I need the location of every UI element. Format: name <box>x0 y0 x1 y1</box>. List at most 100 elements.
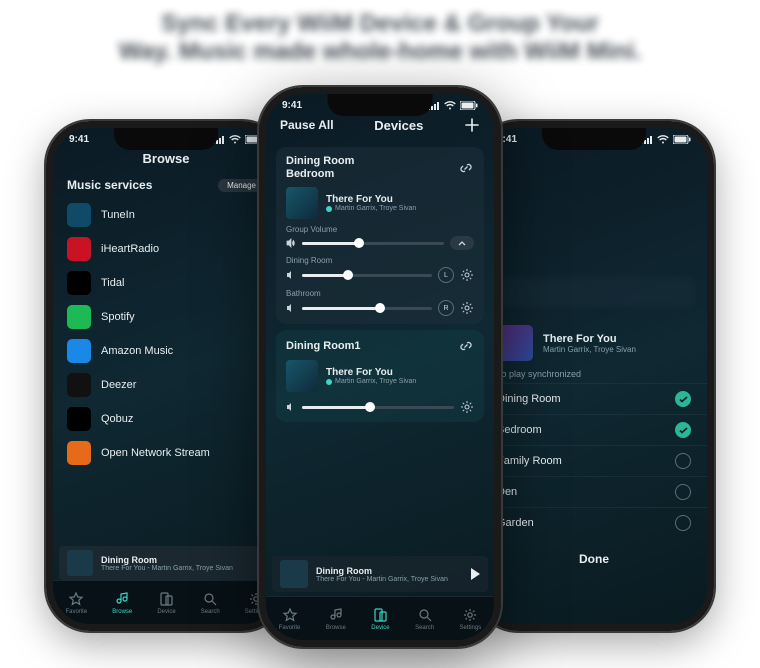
status-bar: 9:41 <box>53 128 279 147</box>
page-title: Devices <box>374 118 423 133</box>
favorite-icon <box>282 607 298 623</box>
room-row[interactable]: Garden <box>481 507 707 538</box>
tab-search[interactable]: Search <box>415 607 434 631</box>
tab-label: Settings <box>460 625 482 631</box>
service-row[interactable]: iHeartRadio <box>53 232 279 266</box>
now-playing-bar[interactable]: Dining Room There For You - Martin Garri… <box>59 546 273 580</box>
tab-label: Device <box>371 625 389 631</box>
search-icon <box>417 607 433 623</box>
room-volume-slider[interactable] <box>302 307 432 310</box>
done-button[interactable]: Done <box>481 538 707 580</box>
battery-icon <box>460 101 478 110</box>
now-playing-art <box>280 560 308 588</box>
speaker-icon <box>286 402 296 412</box>
checkmark-off-icon[interactable] <box>675 515 691 531</box>
phone-left: 9:41 Browse Music services Manage TuneIn… <box>46 121 286 631</box>
now-playing-room: Dining Room <box>101 555 265 565</box>
source-dot-icon <box>326 379 332 385</box>
pause-all-button[interactable]: Pause All <box>280 118 334 132</box>
room-settings-button[interactable] <box>460 301 474 315</box>
service-row[interactable]: Qobuz <box>53 402 279 436</box>
collapse-volumes-button[interactable] <box>450 236 474 250</box>
tab-device[interactable]: Device <box>371 607 389 631</box>
tab-settings[interactable]: Settings <box>460 607 482 631</box>
group-volume-label: Group Volume <box>286 225 474 234</box>
tab-bar: FavoriteBrowseDeviceSearchSettings <box>53 580 279 624</box>
room-volume-label: Bathroom <box>286 289 474 298</box>
track-art <box>286 360 318 392</box>
wifi-icon <box>229 135 241 144</box>
search-icon <box>202 591 218 607</box>
tab-browse[interactable]: Browse <box>112 591 132 615</box>
link-icon[interactable] <box>458 160 474 176</box>
now-playing-bar[interactable]: Dining Room There For You - Martin Garri… <box>272 556 488 592</box>
section-label: Music services <box>67 178 152 192</box>
device-icon <box>372 607 388 623</box>
service-icon <box>67 203 91 227</box>
now-playing-art <box>67 550 93 576</box>
tab-favorite[interactable]: Favorite <box>66 591 88 615</box>
wifi-icon <box>444 101 456 110</box>
service-name: TuneIn <box>101 209 135 221</box>
tab-device[interactable]: Device <box>157 591 175 615</box>
room-row[interactable]: Family Room <box>481 445 707 476</box>
checkmark-on-icon[interactable] <box>675 391 691 407</box>
service-row[interactable]: TuneIn <box>53 198 279 232</box>
checkmark-off-icon[interactable] <box>675 484 691 500</box>
room-settings-button[interactable] <box>460 268 474 282</box>
play-button[interactable] <box>471 568 480 580</box>
service-row[interactable]: Deezer <box>53 368 279 402</box>
track-art <box>286 187 318 219</box>
tab-search[interactable]: Search <box>201 591 220 615</box>
service-name: Tidal <box>101 277 124 289</box>
room-volume-slider[interactable] <box>302 274 432 277</box>
service-icon <box>67 271 91 295</box>
service-icon <box>67 373 91 397</box>
service-name: Open Network Stream <box>101 447 210 459</box>
device-settings-button[interactable] <box>460 400 474 414</box>
tab-label: Browse <box>326 625 346 631</box>
service-icon <box>67 441 91 465</box>
status-time: 9:41 <box>282 100 302 111</box>
now-playing-track: There For You - Martin Garrix, Troye Siv… <box>316 576 463 583</box>
tab-label: Browse <box>112 609 132 615</box>
service-row[interactable]: Spotify <box>53 300 279 334</box>
service-icon <box>67 339 91 363</box>
room-name: Dining Room <box>497 393 561 405</box>
page-title: Browse <box>143 151 190 166</box>
now-playing-track: There For You - Martin Garrix, Troye Siv… <box>101 565 265 572</box>
room-name: Garden <box>497 517 534 529</box>
service-row[interactable]: Tidal <box>53 266 279 300</box>
checkmark-on-icon[interactable] <box>675 422 691 438</box>
tab-label: Favorite <box>66 609 88 615</box>
service-icon <box>67 305 91 329</box>
service-row[interactable]: Open Network Stream <box>53 436 279 470</box>
tab-label: Search <box>415 625 434 631</box>
volume-slider[interactable] <box>302 406 454 409</box>
tab-browse[interactable]: Browse <box>326 607 346 631</box>
favorite-icon <box>68 591 84 607</box>
add-device-button[interactable] <box>464 117 480 133</box>
signal-icon <box>213 136 225 144</box>
link-icon[interactable] <box>458 338 474 354</box>
service-icon <box>67 407 91 431</box>
marketing-headline: Sync Every WiiM Device & Group Your Way.… <box>0 0 760 71</box>
room-row[interactable]: Dining Room <box>481 383 707 414</box>
checkmark-off-icon[interactable] <box>675 453 691 469</box>
track-artist: Martin Garrix, Troye Sivan <box>335 378 416 385</box>
group-volume-slider[interactable] <box>302 242 444 245</box>
speaker-icon <box>286 303 296 313</box>
service-row[interactable]: Amazon Music <box>53 334 279 368</box>
room-row[interactable]: Bedroom <box>481 414 707 445</box>
track-artist: Martin Garrix, Troye Sivan <box>335 205 416 212</box>
settings-icon <box>462 607 478 623</box>
device-group-card: Dining Room Bedroom There For You Martin… <box>276 147 484 324</box>
room-row[interactable]: Den <box>481 476 707 507</box>
tab-favorite[interactable]: Favorite <box>279 607 301 631</box>
speaker-icon <box>286 270 296 280</box>
manage-button[interactable]: Manage <box>218 179 265 192</box>
room-volume-label: Dining Room <box>286 256 474 265</box>
group-rooms: Dining Room Bedroom <box>286 155 354 181</box>
tab-label: Device <box>157 609 175 615</box>
channel-badge: L <box>438 267 454 283</box>
